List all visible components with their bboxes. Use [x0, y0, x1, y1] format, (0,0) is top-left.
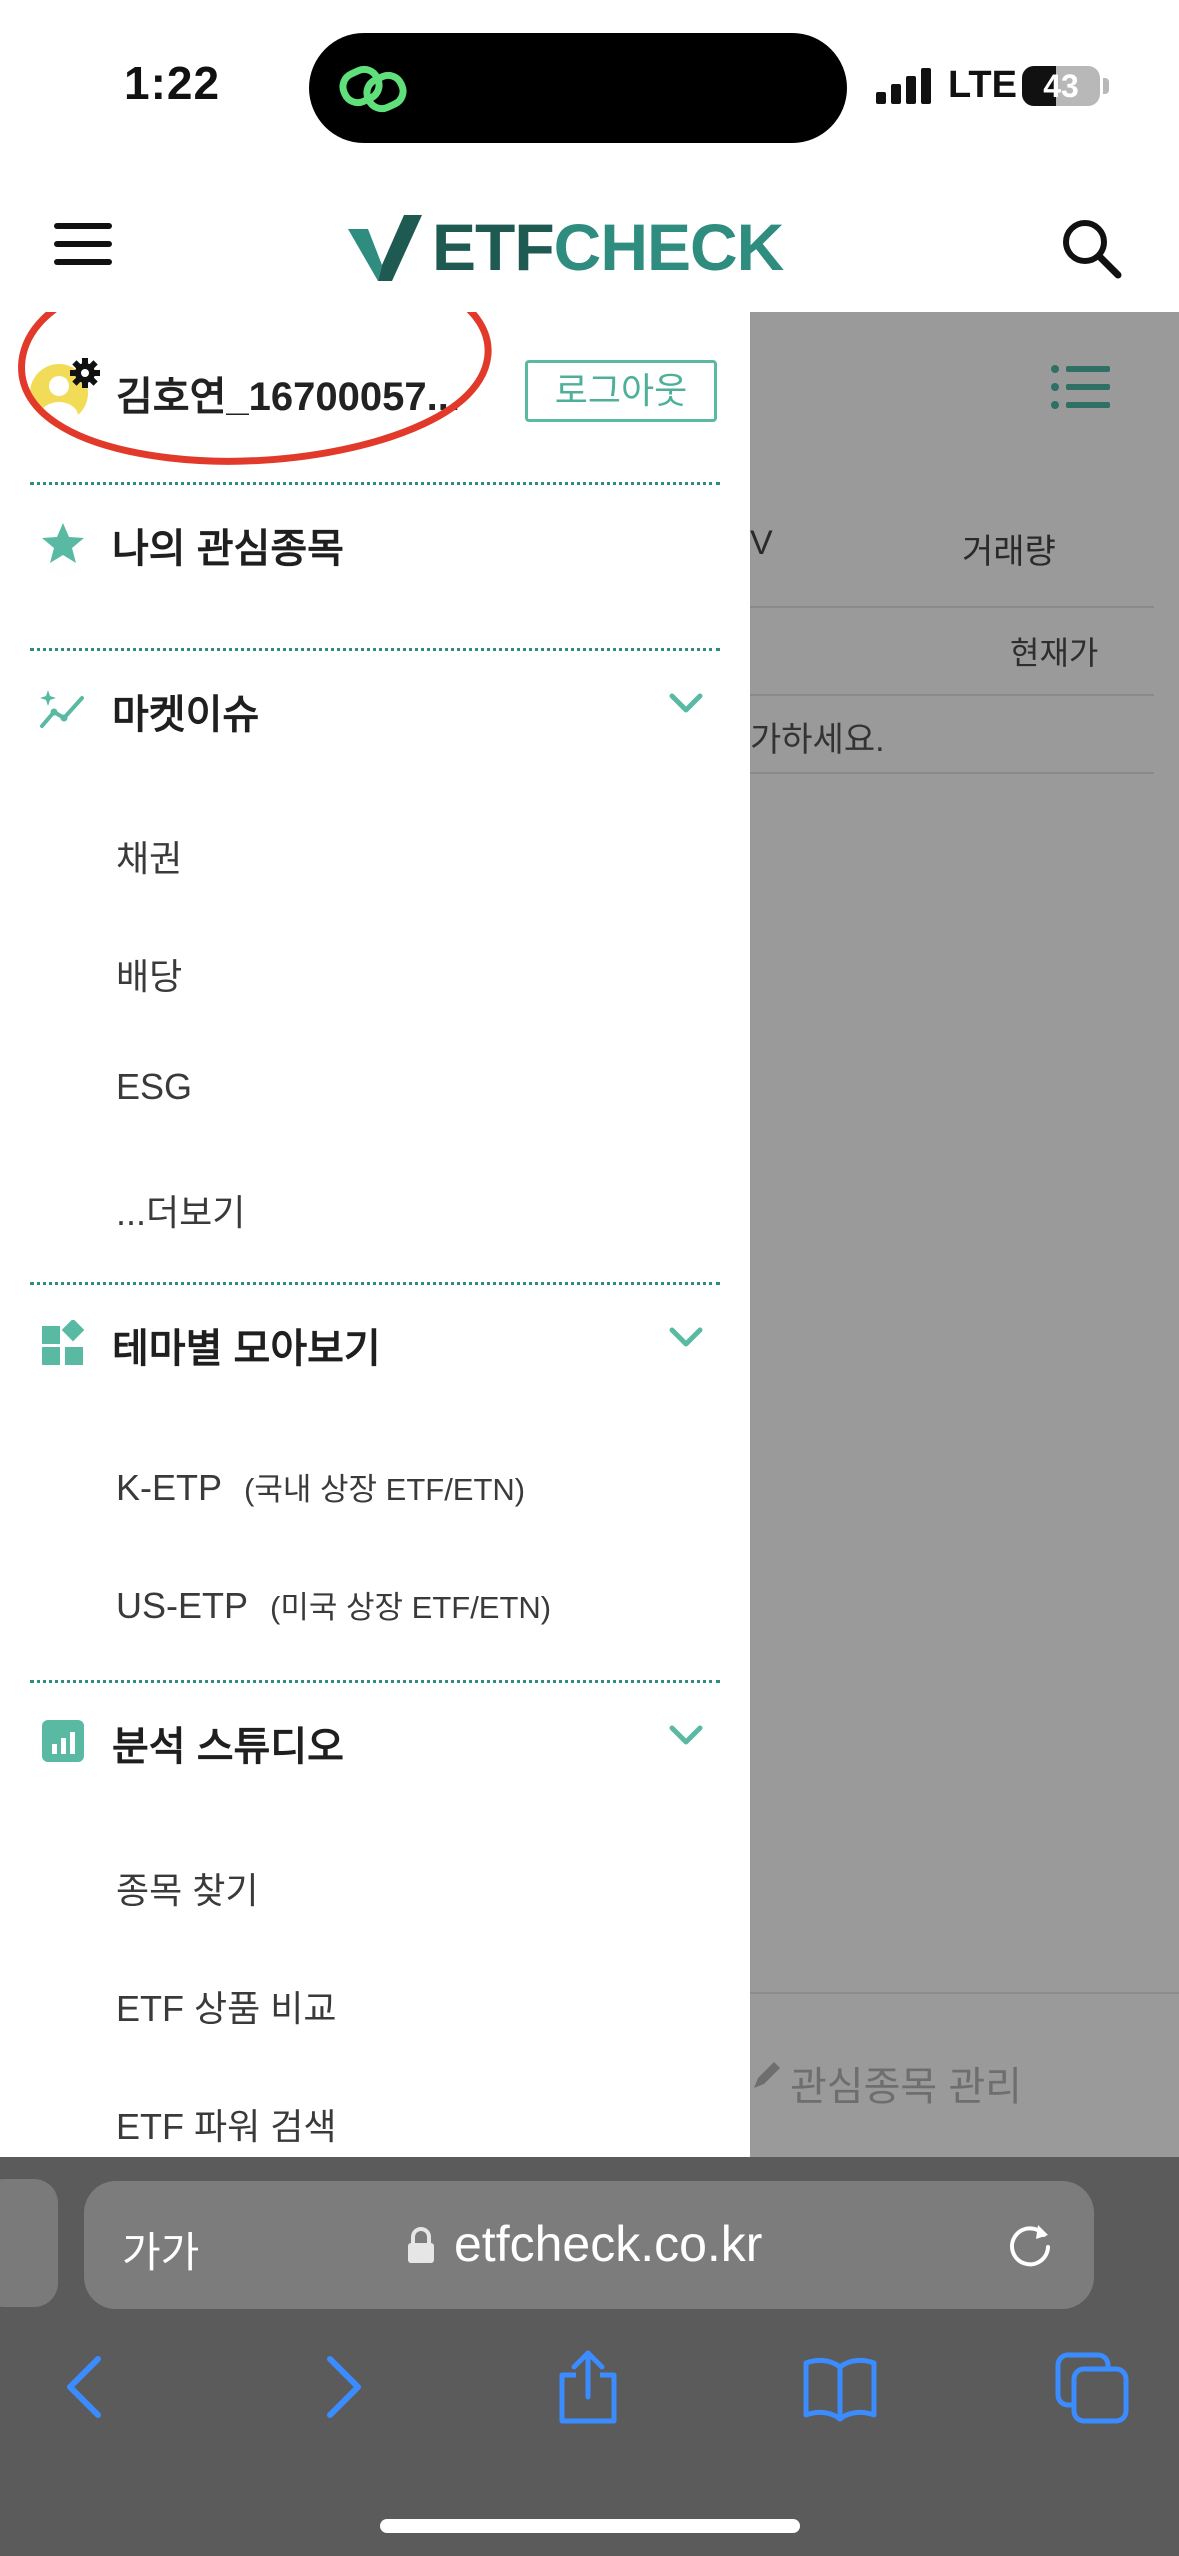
- divider: [30, 482, 720, 485]
- submenu-more[interactable]: ...더보기: [116, 1184, 245, 1236]
- column-header-volume: 거래량: [962, 533, 1056, 571]
- trend-sparkle-icon: [40, 690, 84, 728]
- url-text[interactable]: etfcheck.co.kr: [454, 2215, 762, 2273]
- logo-check-text: CHECK: [553, 210, 785, 284]
- star-icon: [42, 523, 84, 563]
- app-header: ETFCHECK: [0, 175, 1179, 312]
- dynamic-island: [309, 33, 847, 143]
- logo-check-icon: [348, 215, 422, 281]
- submenu-bond[interactable]: 채권: [116, 830, 182, 882]
- address-bar[interactable]: 가가 etfcheck.co.kr: [84, 2181, 1094, 2309]
- menu-icon[interactable]: [54, 223, 112, 265]
- chevron-down-icon[interactable]: [668, 1326, 704, 1350]
- manage-favorites-button[interactable]: 관심종목 관리: [750, 1992, 1179, 2154]
- menu-market-issue[interactable]: 마켓이슈: [0, 656, 750, 752]
- search-icon[interactable]: [1060, 217, 1122, 279]
- menu-favorites-label: 나의 관심종목: [112, 527, 344, 571]
- submenu-dividend[interactable]: 배당: [116, 948, 182, 1000]
- browser-toolbar: 가가 etfcheck.co.kr: [0, 2157, 1179, 2556]
- username[interactable]: 김호연_16700057...: [116, 364, 460, 422]
- logout-button[interactable]: 로그아웃: [525, 360, 717, 422]
- column-header-price: 현재가: [1010, 635, 1099, 671]
- submenu-etf-power-search[interactable]: ETF 파워 검색: [116, 2098, 336, 2150]
- gear-icon[interactable]: [68, 356, 102, 390]
- submenu-us-etp-label: US-ETP: [116, 1585, 249, 1626]
- divider: [30, 1282, 720, 1285]
- previous-tab[interactable]: [0, 2179, 58, 2307]
- menu-favorites[interactable]: 나의 관심종목: [0, 490, 750, 586]
- submenu-k-etp-note: (국내 상장 ETF/ETN): [244, 1472, 526, 1507]
- manage-favorites-label: 관심종목 관리: [790, 2065, 1022, 2109]
- bookmarks-icon[interactable]: [800, 2347, 880, 2427]
- share-icon[interactable]: [548, 2347, 628, 2427]
- list-icon: [1051, 365, 1110, 409]
- cellular-signal-icon: [876, 68, 936, 104]
- chevron-down-icon[interactable]: [668, 1724, 704, 1748]
- status-time: 1:22: [124, 57, 221, 109]
- battery-level: 43: [1043, 68, 1079, 104]
- menu-analysis-studio[interactable]: 분석 스튜디오: [0, 1688, 750, 1784]
- network-type: LTE: [948, 64, 1017, 106]
- link-activity-icon: [339, 65, 407, 113]
- back-icon[interactable]: [48, 2347, 128, 2427]
- user-profile-row: 김호연_16700057... 로그아웃: [0, 312, 750, 482]
- submenu-find-stock[interactable]: 종목 찾기: [116, 1862, 258, 1914]
- text-size-button[interactable]: 가가: [122, 2219, 199, 2280]
- logo-etf-text: ETF: [432, 210, 555, 284]
- divider: [30, 648, 720, 651]
- bar-chart-icon: [42, 1720, 84, 1762]
- pencil-icon: [754, 2062, 780, 2088]
- submenu-esg[interactable]: ESG: [116, 1066, 192, 1108]
- side-drawer: 김호연_16700057... 로그아웃 나의 관심종목 마켓이슈 채권 배당 …: [0, 312, 750, 2157]
- submenu-k-etp[interactable]: K-ETP (국내 상장 ETF/ETN): [116, 1464, 525, 1509]
- status-bar: 1:22 LTE 43: [0, 0, 1179, 175]
- reload-icon[interactable]: [1004, 2219, 1056, 2271]
- dashboard-grid-icon: [42, 1320, 85, 1365]
- lock-icon: [408, 2227, 434, 2263]
- forward-icon[interactable]: [300, 2347, 380, 2427]
- submenu-etf-compare[interactable]: ETF 상품 비교: [116, 1980, 336, 2032]
- battery-icon: 43: [1022, 66, 1100, 106]
- menu-analysis-studio-label: 분석 스튜디오: [112, 1725, 344, 1769]
- chevron-down-icon[interactable]: [668, 692, 704, 716]
- submenu-k-etp-label: K-ETP: [116, 1467, 223, 1508]
- menu-theme-label: 테마별 모아보기: [112, 1327, 381, 1371]
- tabs-icon[interactable]: [1052, 2347, 1132, 2427]
- background-page-overlay[interactable]: V 거래량 현재가 가하세요. 관심종목 관리: [750, 312, 1179, 2157]
- divider: [30, 1680, 720, 1683]
- home-indicator: [380, 2519, 800, 2533]
- column-header-partial: V: [750, 524, 773, 562]
- submenu-us-etp-note: (미국 상장 ETF/ETN): [270, 1590, 552, 1625]
- menu-theme[interactable]: 테마별 모아보기: [0, 1290, 750, 1386]
- empty-message: 가하세요.: [750, 721, 885, 759]
- menu-market-issue-label: 마켓이슈: [112, 693, 260, 737]
- etfcheck-logo[interactable]: ETFCHECK: [340, 205, 840, 285]
- submenu-us-etp[interactable]: US-ETP (미국 상장 ETF/ETN): [116, 1582, 551, 1627]
